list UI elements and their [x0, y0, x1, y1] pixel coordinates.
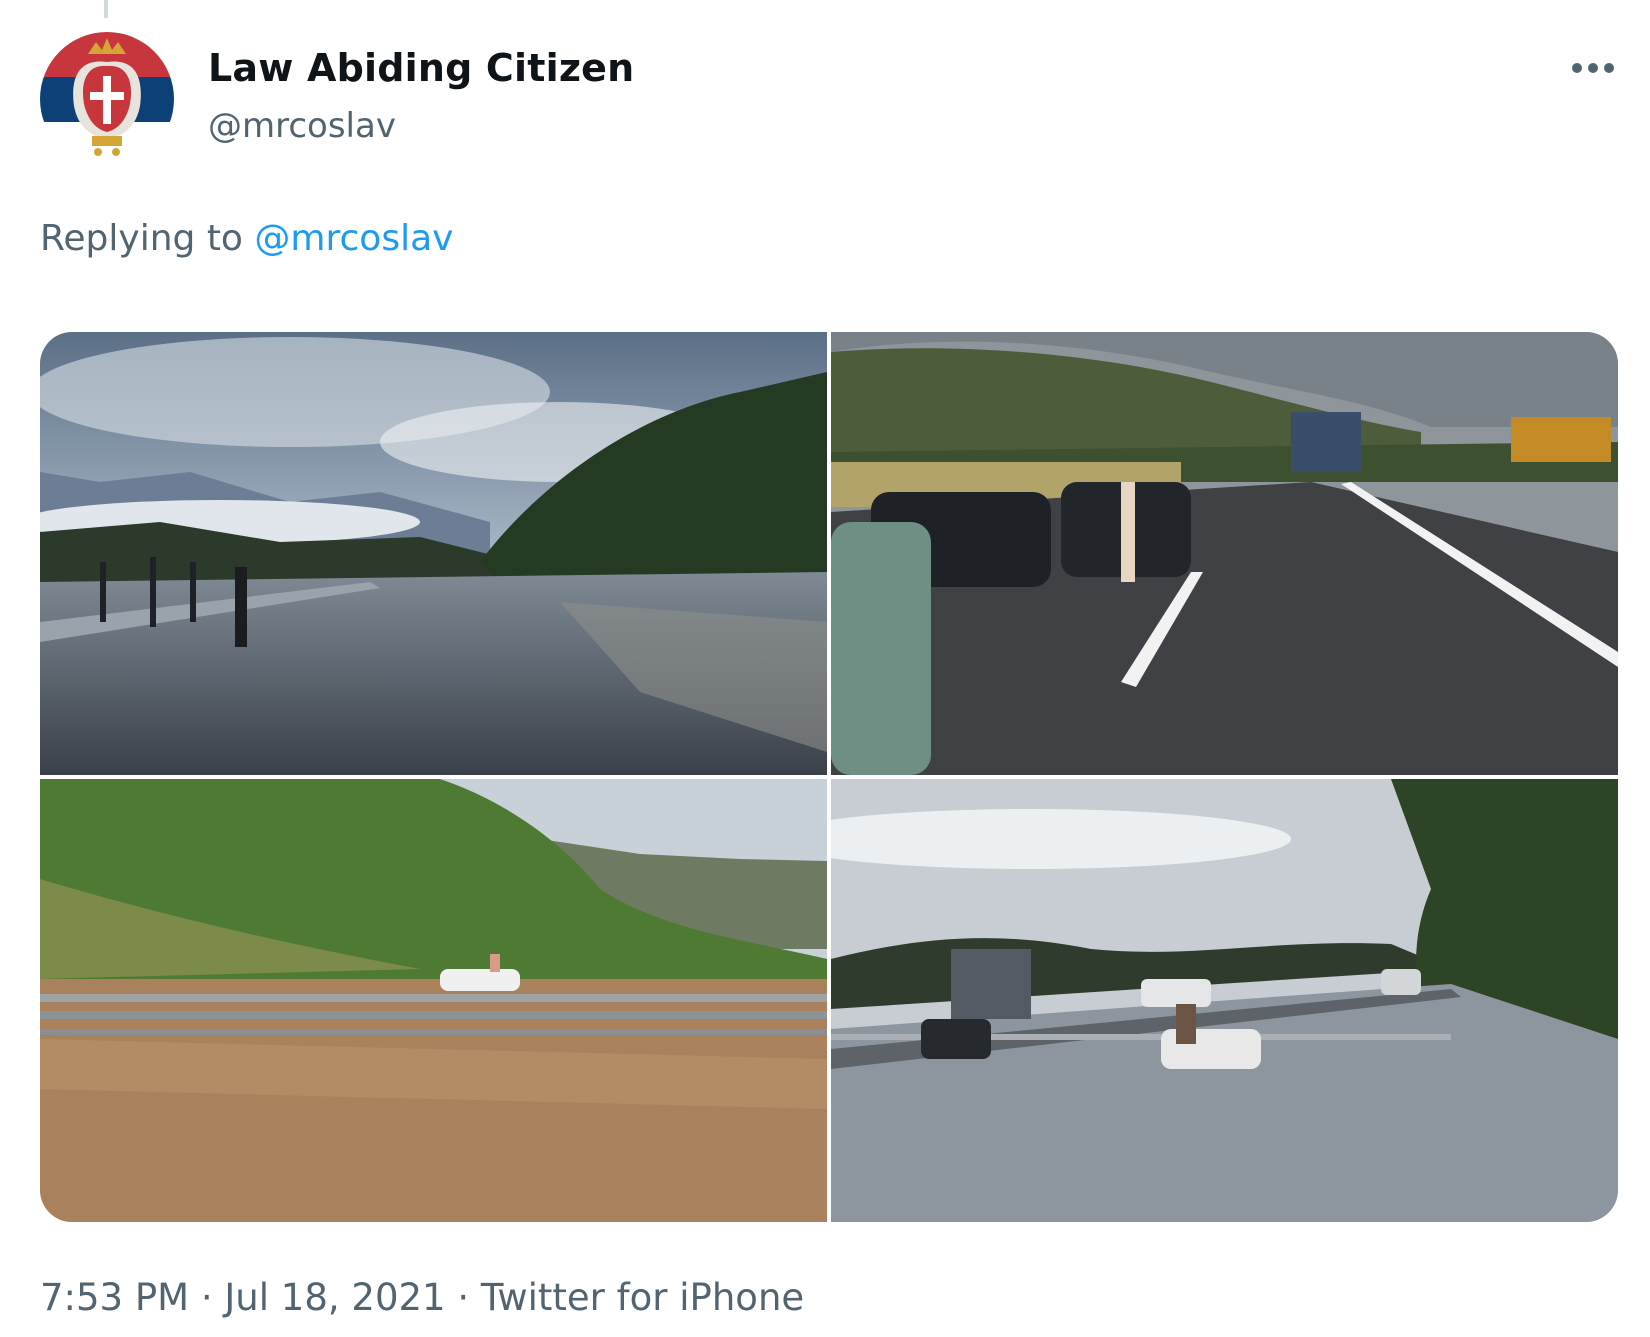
- reply-mention-link[interactable]: @mrcoslav: [254, 218, 453, 259]
- media-photo-4[interactable]: [831, 779, 1618, 1222]
- author-avatar[interactable]: [40, 32, 174, 166]
- meta-separator-1: ·: [200, 1276, 213, 1319]
- tweet-meta: 7:53 PM · Jul 18, 2021 · Twitter for iPh…: [40, 1276, 804, 1319]
- reply-context: Replying to @mrcoslav: [40, 218, 453, 259]
- media-grid: [40, 332, 1618, 1222]
- more-options-icon: [1572, 63, 1614, 73]
- reply-context-prefix: Replying to: [40, 218, 243, 259]
- tweet-source: Twitter for iPhone: [480, 1276, 805, 1319]
- serbian-coat-of-arms-avatar-icon: [40, 32, 174, 166]
- tweet-date[interactable]: Jul 18, 2021: [224, 1276, 445, 1319]
- media-photo-1[interactable]: [40, 332, 827, 775]
- media-photo-3[interactable]: [40, 779, 827, 1222]
- author-display-name[interactable]: Law Abiding Citizen: [208, 46, 634, 90]
- flooded-highway-under-clouds-photo: [40, 332, 827, 775]
- stopped-traffic-on-highway-photo: [831, 332, 1618, 775]
- thread-connector-line: [104, 0, 108, 18]
- car-submerged-in-muddy-floodwater-photo: [40, 779, 827, 1222]
- media-photo-2[interactable]: [831, 332, 1618, 775]
- author-handle[interactable]: @mrcoslav: [208, 106, 396, 146]
- cars-driving-through-flooded-road-photo: [831, 779, 1618, 1222]
- more-options-button[interactable]: [1568, 48, 1618, 88]
- meta-separator-2: ·: [457, 1276, 470, 1319]
- tweet-time[interactable]: 7:53 PM: [40, 1276, 189, 1319]
